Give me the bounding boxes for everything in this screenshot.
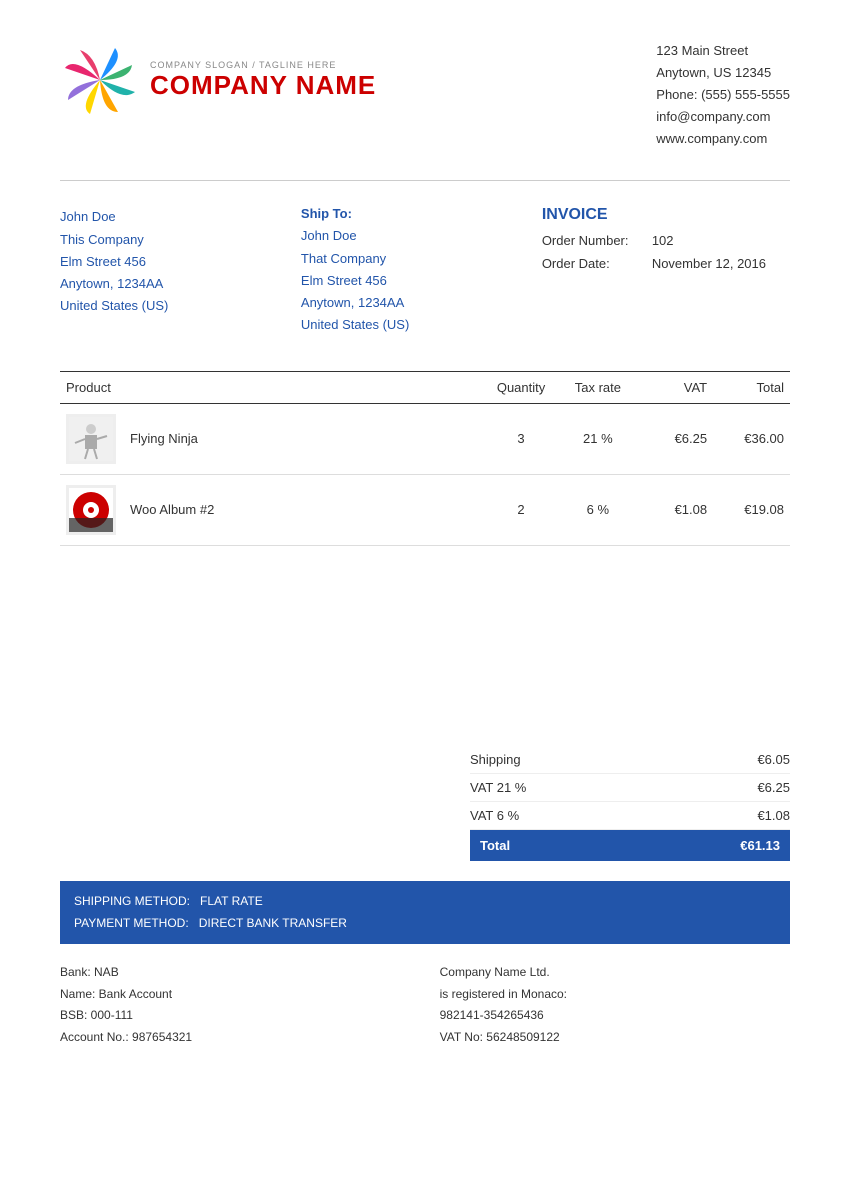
product-image-0: [66, 414, 116, 464]
bank-line2: Name: Bank Account: [60, 984, 410, 1006]
product-name-cell-1: Woo Album #2: [60, 474, 483, 545]
bill-to-city: Anytown, 1234AA: [60, 273, 301, 295]
col-header-tax-rate: Tax rate: [559, 371, 636, 403]
shipping-method-label: SHIPPING METHOD:: [74, 894, 190, 908]
ship-to-col: Ship To: John Doe That Company Elm Stree…: [301, 206, 542, 335]
bank-right-line1: Company Name Ltd.: [440, 962, 790, 984]
col-header-product: Product: [60, 371, 483, 403]
logo-text-area: COMPANY SLOGAN / TAGLINE HERE COMPANY NA…: [150, 60, 376, 101]
bank-right-line4: VAT No: 56248509122: [440, 1027, 790, 1049]
company-address-line2: Anytown, US 12345: [656, 62, 790, 84]
invoice-col: INVOICE Order Number: 102 Order Date: No…: [542, 206, 790, 335]
product-name-0: Flying Ninja: [130, 431, 198, 446]
order-number-value: 102: [652, 230, 674, 252]
company-website: www.company.com: [656, 128, 790, 150]
product-quantity-1: 2: [483, 474, 560, 545]
summary-row-1: VAT 21 % €6.25: [470, 774, 790, 802]
company-logo-icon: [60, 40, 140, 120]
order-date-label: Order Date:: [542, 253, 642, 275]
summary-table: Shipping €6.05 VAT 21 % €6.25 VAT 6 % €1…: [470, 746, 790, 861]
order-number-label: Order Number:: [542, 230, 642, 252]
summary-label-2: VAT 6 %: [470, 808, 519, 823]
address-invoice-section: John Doe This Company Elm Street 456 Any…: [60, 206, 790, 335]
product-taxrate-0: 21 %: [559, 403, 636, 474]
col-header-total: Total: [713, 371, 790, 403]
company-address-line1: 123 Main Street: [656, 40, 790, 62]
product-total-0: €36.00: [713, 403, 790, 474]
col-header-quantity: Quantity: [483, 371, 560, 403]
bill-to-street: Elm Street 456: [60, 251, 301, 273]
order-date-value: November 12, 2016: [652, 253, 766, 275]
bill-to-country: United States (US): [60, 295, 301, 317]
company-name: COMPANY NAME: [150, 70, 376, 101]
payment-method-value: DIRECT BANK TRANSFER: [199, 916, 347, 930]
ship-to-street: Elm Street 456: [301, 270, 542, 292]
summary-row-2: VAT 6 % €1.08: [470, 802, 790, 830]
summary-value-2: €1.08: [757, 808, 790, 823]
bill-to-col: John Doe This Company Elm Street 456 Any…: [60, 206, 301, 335]
bank-line1: Bank: NAB: [60, 962, 410, 984]
bank-info: Bank: NAB Name: Bank Account BSB: 000-11…: [60, 962, 790, 1048]
product-taxrate-1: 6 %: [559, 474, 636, 545]
product-vat-1: €1.08: [636, 474, 713, 545]
payment-method-label: PAYMENT METHOD:: [74, 916, 189, 930]
product-total-1: €19.08: [713, 474, 790, 545]
order-date-row: Order Date: November 12, 2016: [542, 253, 790, 275]
product-table: Product Quantity Tax rate VAT Total: [60, 371, 790, 546]
summary-label-0: Shipping: [470, 752, 521, 767]
invoice-page: COMPANY SLOGAN / TAGLINE HERE COMPANY NA…: [0, 0, 850, 1197]
product-image-1: [66, 485, 116, 535]
bank-right-line2: is registered in Monaco:: [440, 984, 790, 1006]
company-email: info@company.com: [656, 106, 790, 128]
header-divider: [60, 180, 790, 181]
shipping-method-value: FLAT RATE: [200, 894, 263, 908]
summary-value-1: €6.25: [757, 780, 790, 795]
bank-col-right: Company Name Ltd. is registered in Monac…: [440, 962, 790, 1048]
shipping-method-line: SHIPPING METHOD: FLAT RATE: [74, 891, 776, 913]
invoice-title: INVOICE: [542, 206, 790, 224]
col-header-vat: VAT: [636, 371, 713, 403]
summary-value-0: €6.05: [757, 752, 790, 767]
header: COMPANY SLOGAN / TAGLINE HERE COMPANY NA…: [60, 40, 790, 150]
footer-bar: SHIPPING METHOD: FLAT RATE PAYMENT METHO…: [60, 881, 790, 944]
product-name-1: Woo Album #2: [130, 502, 214, 517]
ship-to-label: Ship To:: [301, 206, 542, 221]
summary-row-0: Shipping €6.05: [470, 746, 790, 774]
company-phone: Phone: (555) 555-5555: [656, 84, 790, 106]
ship-to-country: United States (US): [301, 314, 542, 336]
summary-label-1: VAT 21 %: [470, 780, 526, 795]
order-number-row: Order Number: 102: [542, 230, 790, 252]
ship-to-company: That Company: [301, 248, 542, 270]
total-value: €61.13: [740, 838, 780, 853]
product-name-cell-0: Flying Ninja: [60, 403, 483, 474]
bank-col-left: Bank: NAB Name: Bank Account BSB: 000-11…: [60, 962, 410, 1048]
bank-line3: BSB: 000-111: [60, 1005, 410, 1027]
ship-to-city: Anytown, 1234AA: [301, 292, 542, 314]
ship-to-name: John Doe: [301, 225, 542, 247]
table-header-row: Product Quantity Tax rate VAT Total: [60, 371, 790, 403]
logo-area: COMPANY SLOGAN / TAGLINE HERE COMPANY NA…: [60, 40, 376, 120]
payment-method-line: PAYMENT METHOD: DIRECT BANK TRANSFER: [74, 913, 776, 935]
total-row: Total €61.13: [470, 830, 790, 861]
table-row: Flying Ninja 3 21 % €6.25 €36.00: [60, 403, 790, 474]
bill-to-company: This Company: [60, 229, 301, 251]
summary-area: Shipping €6.05 VAT 21 % €6.25 VAT 6 % €1…: [60, 746, 790, 861]
company-contact-info: 123 Main Street Anytown, US 12345 Phone:…: [656, 40, 790, 150]
table-row: Woo Album #2 2 6 % €1.08 €19.08: [60, 474, 790, 545]
total-label: Total: [480, 838, 510, 853]
bank-right-line3: 982141-354265436: [440, 1005, 790, 1027]
product-quantity-0: 3: [483, 403, 560, 474]
bank-line4: Account No.: 987654321: [60, 1027, 410, 1049]
product-vat-0: €6.25: [636, 403, 713, 474]
company-slogan: COMPANY SLOGAN / TAGLINE HERE: [150, 60, 376, 70]
bill-to-name: John Doe: [60, 206, 301, 228]
